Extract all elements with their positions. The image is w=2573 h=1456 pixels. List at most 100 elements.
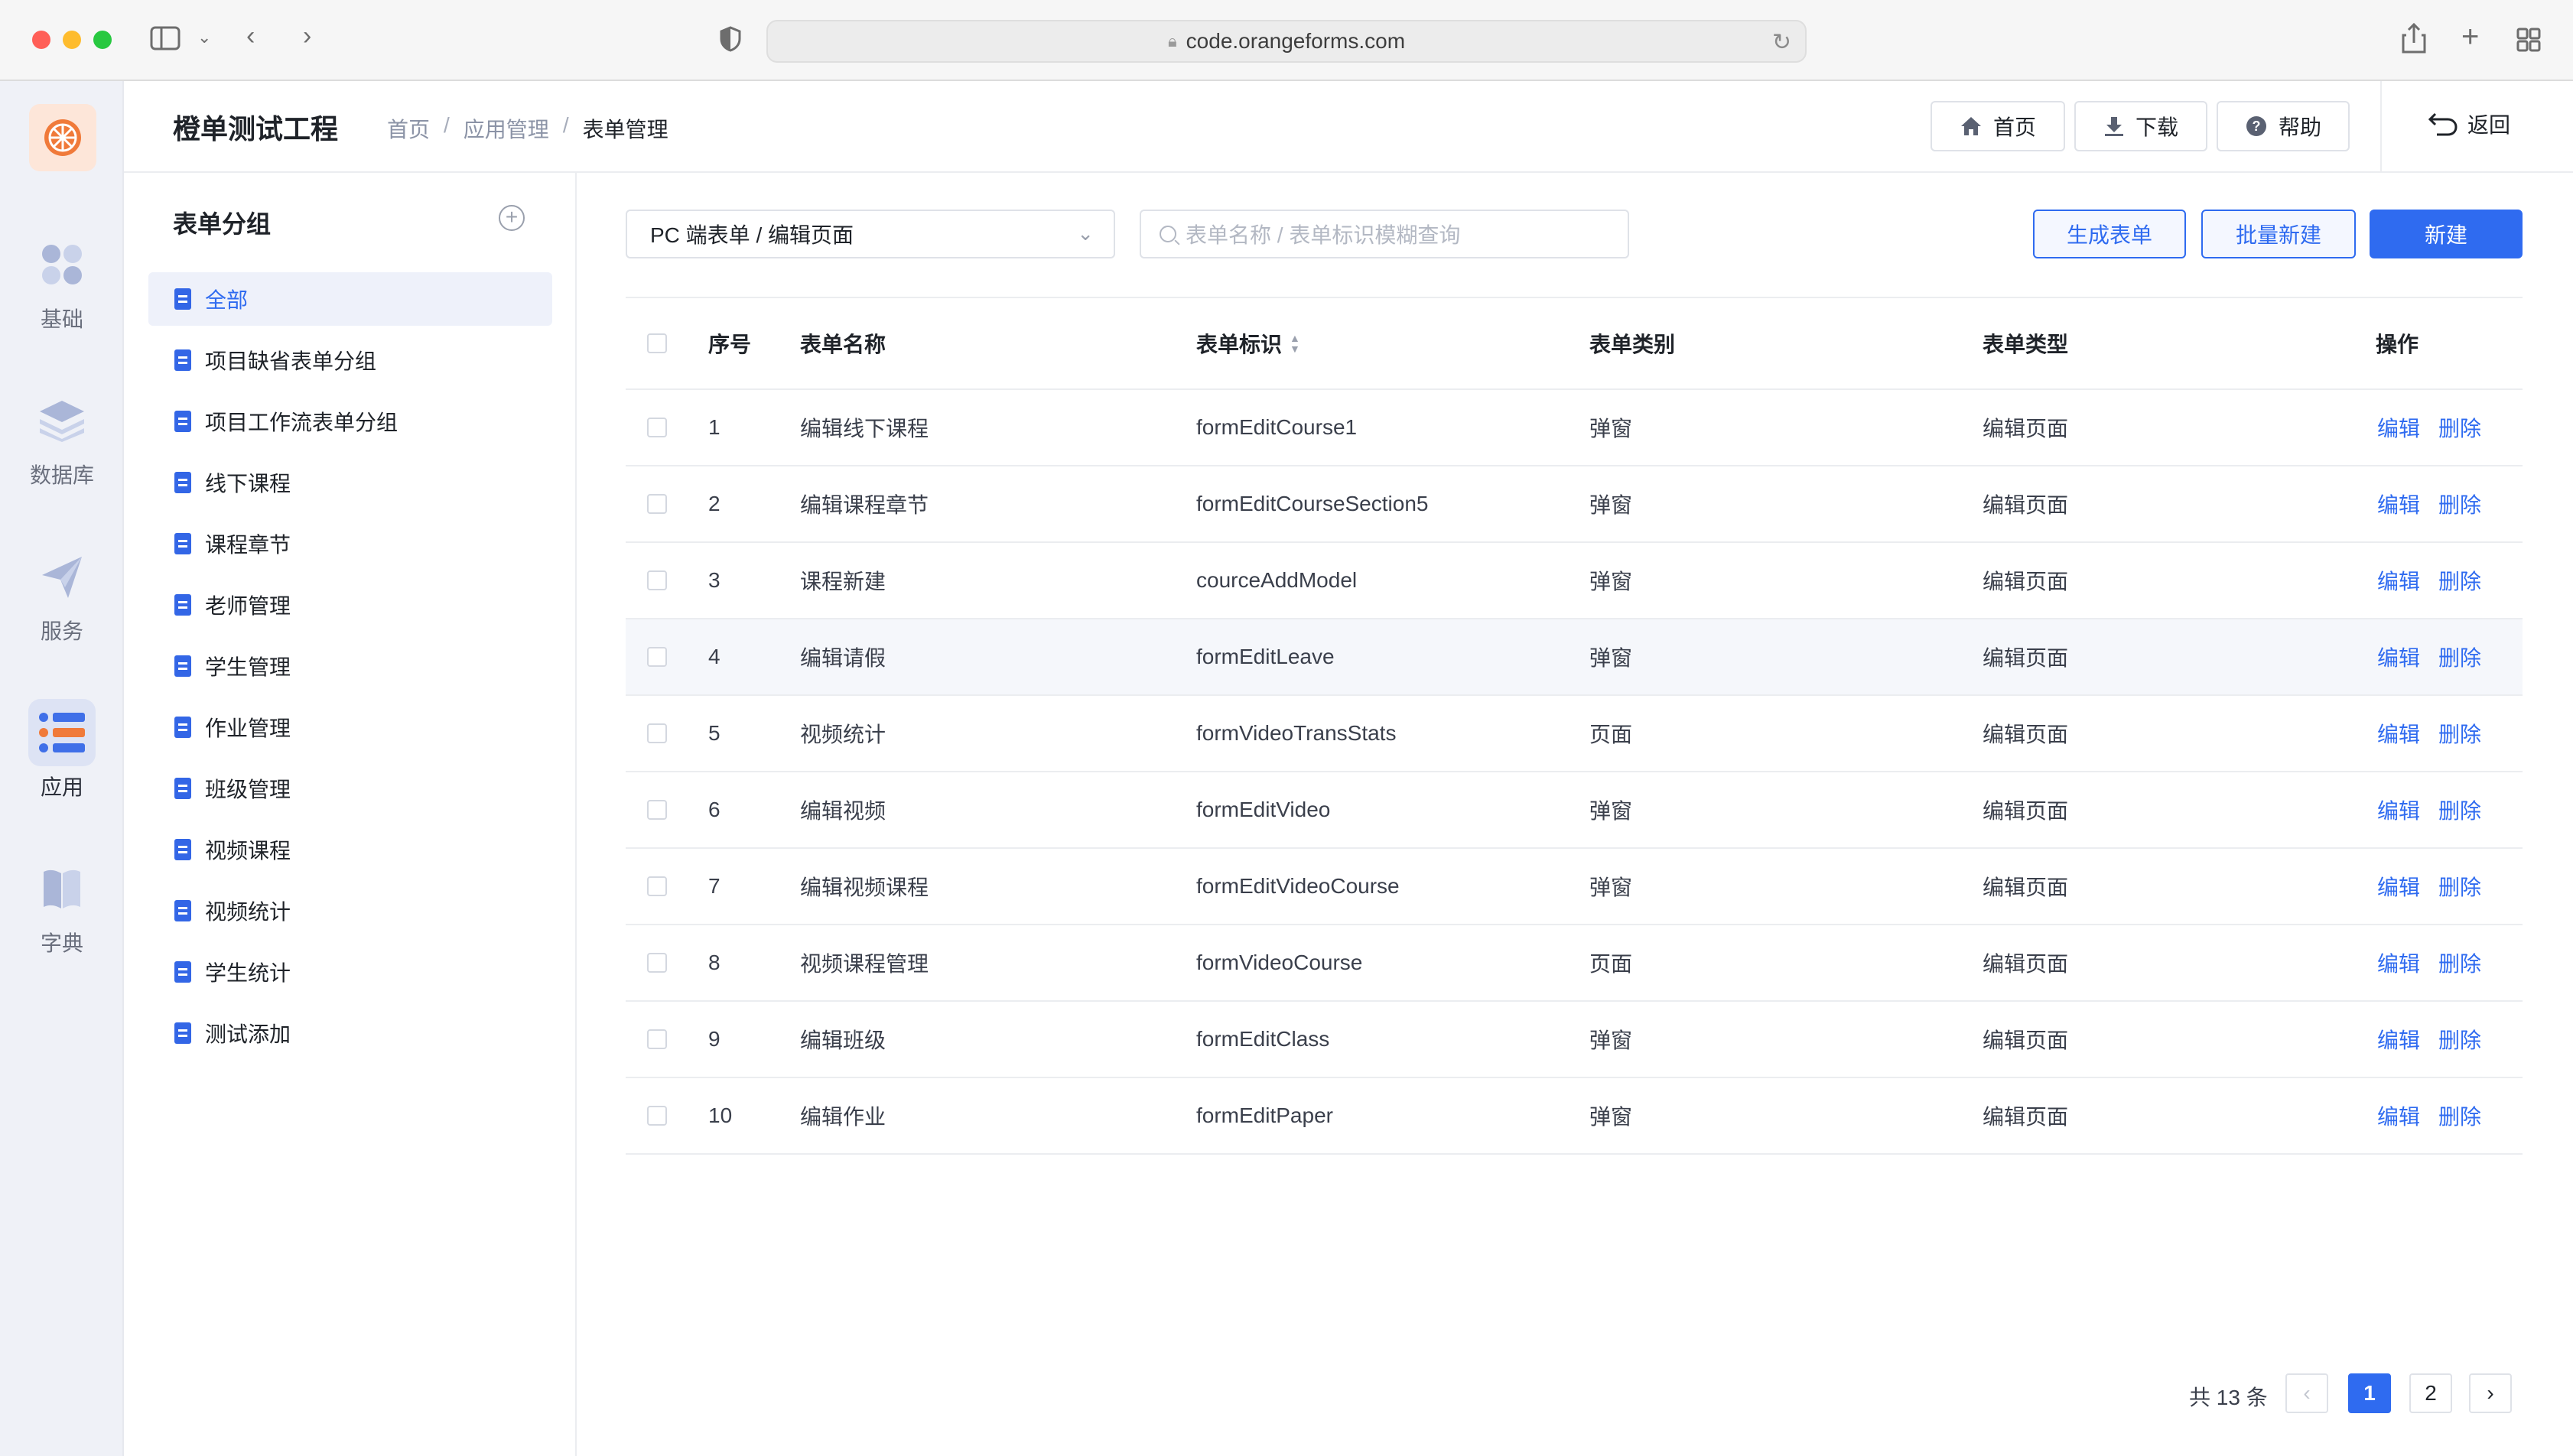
app-logo[interactable]	[29, 104, 96, 171]
new-form-button[interactable]: 新建	[2370, 210, 2523, 258]
edit-link[interactable]: 编辑	[2377, 1100, 2420, 1131]
row-checkbox[interactable]	[647, 1078, 667, 1153]
row-checkbox[interactable]	[647, 466, 667, 541]
edit-link[interactable]: 编辑	[2377, 795, 2420, 825]
breadcrumb-separator: /	[444, 113, 450, 137]
minimize-window-button[interactable]	[63, 31, 81, 49]
edit-link[interactable]: 编辑	[2377, 871, 2420, 902]
group-item[interactable]: 课程章节	[148, 517, 552, 570]
prev-page-button[interactable]: ‹	[2285, 1373, 2328, 1413]
add-group-icon[interactable]: +	[499, 205, 525, 231]
rail-item-basic[interactable]: 基础	[0, 231, 124, 333]
page-1-button[interactable]: 1	[2348, 1373, 2391, 1413]
share-icon[interactable]	[2402, 22, 2426, 58]
sidebar-toggle-icon[interactable]	[150, 26, 181, 55]
group-item[interactable]: 全部	[148, 272, 552, 326]
page-2-button[interactable]: 2	[2409, 1373, 2452, 1413]
edit-link[interactable]: 编辑	[2377, 1024, 2420, 1055]
next-page-button[interactable]: ›	[2469, 1373, 2512, 1413]
close-window-button[interactable]	[32, 31, 50, 49]
tab-overview-icon[interactable]	[2516, 28, 2541, 57]
delete-link[interactable]: 删除	[2438, 642, 2481, 672]
generate-form-button[interactable]: 生成表单	[2033, 210, 2186, 258]
column-header-key[interactable]: 表单标识 ▲ ▼	[1196, 298, 1300, 388]
table-row: 9 编辑班级 formEditClass 弹窗 编辑页面 编辑 删除	[626, 1002, 2523, 1078]
cell-name: 编辑线下课程	[800, 417, 929, 440]
delete-link[interactable]: 删除	[2438, 795, 2481, 825]
table-header-row: 序号 表单名称 表单标识 ▲ ▼ 表单类别 表单类型 操作	[626, 297, 2523, 390]
table-row: 5 视频统计 formVideoTransStats 页面 编辑页面 编辑 删除	[626, 696, 2523, 772]
back-button[interactable]: 返回	[2428, 109, 2510, 139]
group-item[interactable]: 老师管理	[148, 578, 552, 632]
column-header-actions: 操作	[2376, 333, 2419, 356]
document-icon	[174, 839, 191, 860]
delete-link[interactable]: 删除	[2438, 1024, 2481, 1055]
download-button[interactable]: 下载	[2074, 101, 2207, 151]
delete-link[interactable]: 删除	[2438, 489, 2481, 519]
breadcrumb-current: 表单管理	[582, 118, 668, 141]
select-all-checkbox[interactable]	[647, 298, 667, 388]
edit-link[interactable]: 编辑	[2377, 718, 2420, 749]
group-item[interactable]: 测试添加	[148, 1006, 552, 1060]
cell-category: 弹窗	[1589, 493, 1633, 517]
cell-key: courceAddModel	[1196, 568, 1358, 592]
row-checkbox[interactable]	[647, 390, 667, 465]
sort-icon[interactable]: ▲ ▼	[1290, 333, 1300, 354]
batch-create-button[interactable]: 批量新建	[2201, 210, 2356, 258]
rail-item-dictionary[interactable]: 字典	[0, 855, 124, 957]
row-checkbox[interactable]	[647, 1002, 667, 1077]
cell-category: 弹窗	[1589, 417, 1633, 440]
group-item[interactable]: 项目工作流表单分组	[148, 395, 552, 448]
rail-item-app[interactable]: 应用	[0, 699, 124, 801]
delete-link[interactable]: 删除	[2438, 1100, 2481, 1131]
group-item[interactable]: 视频课程	[148, 823, 552, 876]
column-header-category: 表单类别	[1589, 333, 1676, 356]
group-item-label: 线下课程	[205, 472, 291, 496]
delete-link[interactable]: 删除	[2438, 871, 2481, 902]
edit-link[interactable]: 编辑	[2377, 489, 2420, 519]
delete-link[interactable]: 删除	[2438, 718, 2481, 749]
new-tab-icon[interactable]: +	[2461, 21, 2479, 52]
row-checkbox[interactable]	[647, 543, 667, 618]
zoom-window-button[interactable]	[93, 31, 112, 49]
edit-link[interactable]: 编辑	[2377, 642, 2420, 672]
delete-link[interactable]: 删除	[2438, 412, 2481, 443]
row-checkbox[interactable]	[647, 849, 667, 924]
breadcrumb: 首页 / 应用管理 / 表单管理	[387, 113, 668, 144]
chevron-down-icon[interactable]: ⌄	[197, 29, 211, 46]
delete-link[interactable]: 删除	[2438, 947, 2481, 978]
search-input[interactable]: 表单名称 / 表单标识模糊查询	[1140, 210, 1629, 258]
edit-link[interactable]: 编辑	[2377, 947, 2420, 978]
reload-icon[interactable]: ↻	[1772, 29, 1791, 56]
grid-icon	[28, 231, 96, 298]
breadcrumb-home[interactable]: 首页	[387, 113, 430, 144]
group-item[interactable]: 作业管理	[148, 700, 552, 754]
address-bar[interactable]: 🔒︎ code.orangeforms.com ↻	[766, 20, 1807, 63]
row-checkbox[interactable]	[647, 925, 667, 1000]
back-nav-icon[interactable]: ‹	[246, 23, 255, 49]
form-type-select[interactable]: PC 端表单 / 编辑页面 ⌄	[626, 210, 1115, 258]
help-button[interactable]: ? 帮助	[2217, 101, 2350, 151]
group-item[interactable]: 项目缺省表单分组	[148, 333, 552, 387]
edit-link[interactable]: 编辑	[2377, 412, 2420, 443]
row-checkbox[interactable]	[647, 772, 667, 847]
row-checkbox[interactable]	[647, 696, 667, 771]
delete-link[interactable]: 删除	[2438, 565, 2481, 596]
breadcrumb-app-management[interactable]: 应用管理	[464, 113, 549, 144]
group-item[interactable]: 视频统计	[148, 884, 552, 938]
document-icon	[174, 961, 191, 983]
group-item[interactable]: 班级管理	[148, 762, 552, 815]
rail-item-database[interactable]: 数据库	[0, 387, 124, 489]
rail-item-service[interactable]: 服务	[0, 543, 124, 645]
group-item[interactable]: 线下课程	[148, 456, 552, 509]
forward-nav-icon[interactable]: ›	[303, 23, 311, 49]
group-item[interactable]: 学生统计	[148, 945, 552, 999]
document-icon	[174, 717, 191, 738]
home-button[interactable]: 首页	[1931, 101, 2065, 151]
group-item[interactable]: 学生管理	[148, 639, 552, 693]
home-button-label: 首页	[1992, 115, 2036, 139]
document-icon	[174, 411, 191, 432]
shield-icon[interactable]	[719, 26, 742, 57]
edit-link[interactable]: 编辑	[2377, 565, 2420, 596]
row-checkbox[interactable]	[647, 619, 667, 694]
